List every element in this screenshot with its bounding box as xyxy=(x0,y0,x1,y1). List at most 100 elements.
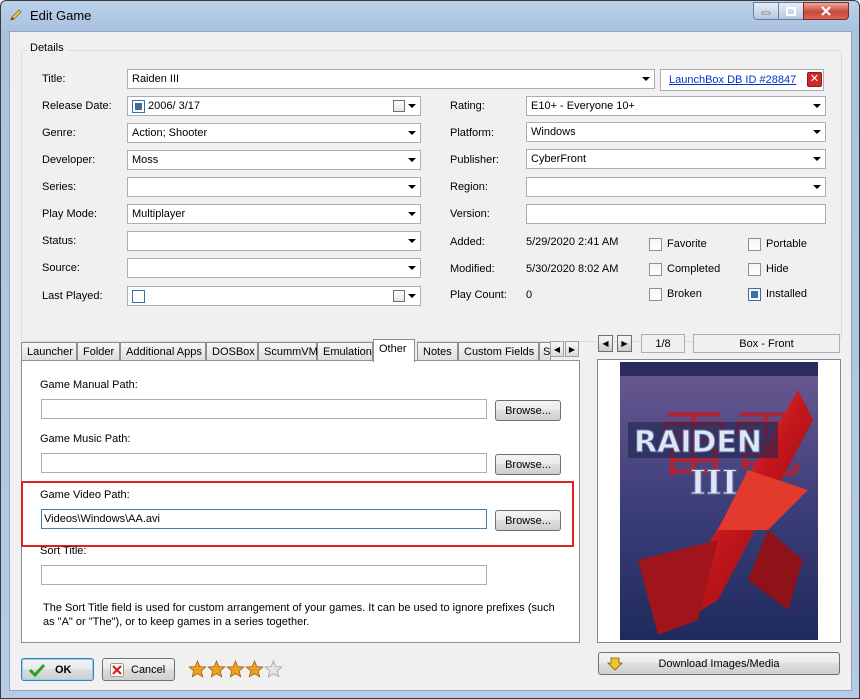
chevron-left-icon: ◀ xyxy=(602,339,609,348)
status-combobox[interactable] xyxy=(127,231,421,251)
developer-combobox[interactable]: Moss xyxy=(127,150,421,170)
game-video-input[interactable]: Videos\Windows\AA.avi xyxy=(41,509,487,529)
star-icon[interactable] xyxy=(264,660,283,678)
tab-folder[interactable]: Folder xyxy=(77,342,120,361)
browse-music-button[interactable]: Browse... xyxy=(495,454,561,475)
tab-notes[interactable]: Notes xyxy=(417,342,458,361)
genre-label: Genre: xyxy=(42,127,76,139)
ok-label: OK xyxy=(55,663,72,676)
release-date-label: Release Date: xyxy=(42,100,112,112)
calendar-icon[interactable] xyxy=(393,290,405,302)
region-combobox[interactable] xyxy=(526,177,826,197)
star-icon[interactable] xyxy=(188,660,207,678)
broken-checkbox[interactable] xyxy=(649,288,662,301)
sort-title-input[interactable] xyxy=(41,565,487,585)
genre-combobox[interactable]: Action; Shooter xyxy=(127,123,421,143)
installed-checkbox[interactable] xyxy=(748,288,761,301)
cancel-label: Cancel xyxy=(131,663,166,676)
favorite-checkbox[interactable] xyxy=(649,238,662,251)
last-played-checkbox[interactable] xyxy=(132,290,145,303)
next-image-button[interactable]: ▶ xyxy=(617,335,632,352)
chevron-down-icon xyxy=(408,185,416,189)
tab-launcher[interactable]: Launcher xyxy=(21,342,77,361)
star-rating[interactable] xyxy=(188,660,283,681)
play-count-value: 0 xyxy=(526,289,533,301)
star-icon[interactable] xyxy=(226,660,245,678)
genre-value: Action; Shooter xyxy=(132,127,208,139)
portable-checkbox[interactable] xyxy=(748,238,761,251)
last-played-picker[interactable] xyxy=(127,286,421,306)
play-count-label: Play Count: xyxy=(450,289,507,301)
chevron-right-icon: ▶ xyxy=(568,344,576,354)
added-label: Added: xyxy=(450,236,485,248)
game-manual-input[interactable] xyxy=(41,399,487,419)
last-played-label: Last Played: xyxy=(42,290,103,302)
publisher-value: CyberFront xyxy=(531,153,587,165)
window-title: Edit Game xyxy=(30,8,92,23)
source-combobox[interactable] xyxy=(127,258,421,278)
title-label: Title: xyxy=(42,73,66,85)
cover-numeral: III xyxy=(690,463,738,503)
game-music-label: Game Music Path: xyxy=(40,433,131,445)
clear-db-id-button[interactable]: ✕ xyxy=(807,72,822,87)
ok-button[interactable]: OK xyxy=(21,658,94,681)
tab-other[interactable]: Other xyxy=(373,339,415,362)
game-music-input[interactable] xyxy=(41,453,487,473)
sort-title-label: Sort Title: xyxy=(40,545,87,557)
platform-combobox[interactable]: Windows xyxy=(526,122,826,142)
series-label: Series: xyxy=(42,181,77,193)
tab-scummvm[interactable]: ScummVM xyxy=(258,342,318,361)
browse-video-button[interactable]: Browse... xyxy=(495,510,561,531)
developer-value: Moss xyxy=(132,154,159,166)
hide-checkbox[interactable] xyxy=(748,263,761,276)
chevron-left-icon: ◀ xyxy=(553,344,561,354)
modified-value: 5/30/2020 8:02 AM xyxy=(526,263,619,275)
tab-additional-apps[interactable]: Additional Apps xyxy=(120,342,206,361)
download-media-label: Download Images/Media xyxy=(658,657,780,670)
chevron-down-icon xyxy=(408,104,416,108)
edit-game-window: Edit Game Details Title: Raiden III Laun… xyxy=(0,0,860,699)
favorite-label: Favorite xyxy=(667,238,707,250)
tab-scroll-right-button[interactable]: ▶ xyxy=(565,341,579,357)
chevron-down-icon xyxy=(642,77,650,81)
play-mode-value: Multiplayer xyxy=(132,208,186,220)
download-media-button[interactable]: Download Images/Media xyxy=(598,652,840,675)
tab-emulation[interactable]: Emulation xyxy=(317,342,373,361)
title-combobox[interactable]: Raiden III xyxy=(127,69,655,89)
prev-image-button[interactable]: ◀ xyxy=(598,335,613,352)
completed-checkbox[interactable] xyxy=(649,263,662,276)
tab-custom-fields[interactable]: Custom Fields xyxy=(458,342,539,361)
close-button[interactable] xyxy=(803,2,849,20)
hide-label: Hide xyxy=(766,263,789,275)
box-front-image[interactable]: 雷電 RAIDEN III xyxy=(597,359,841,643)
launchbox-db-link[interactable]: LaunchBox DB ID #28847 xyxy=(660,69,824,91)
play-mode-combobox[interactable]: Multiplayer xyxy=(127,204,421,224)
pencil-icon xyxy=(10,9,22,21)
release-date-picker[interactable]: 2006/ 3/17 xyxy=(127,96,421,116)
download-arrow-icon xyxy=(607,657,623,671)
tab-dosbox[interactable]: DOSBox xyxy=(206,342,258,361)
image-pager: 1/8 xyxy=(641,334,685,353)
developer-label: Developer: xyxy=(42,154,96,166)
title-bar[interactable]: Edit Game xyxy=(1,1,859,31)
star-icon[interactable] xyxy=(245,660,264,678)
chevron-down-icon xyxy=(813,157,821,161)
star-icon[interactable] xyxy=(207,660,226,678)
cancel-button[interactable]: Cancel xyxy=(102,658,175,681)
game-manual-label: Game Manual Path: xyxy=(40,379,138,391)
release-date-checkbox[interactable] xyxy=(132,100,145,113)
calendar-icon[interactable] xyxy=(393,100,405,112)
rating-combobox[interactable]: E10+ - Everyone 10+ xyxy=(526,96,826,116)
browse-manual-button[interactable]: Browse... xyxy=(495,400,561,421)
chevron-down-icon xyxy=(408,294,416,298)
sort-title-help-text: The Sort Title field is used for custom … xyxy=(43,602,555,628)
status-label: Status: xyxy=(42,235,77,247)
version-input[interactable] xyxy=(526,204,826,224)
minimize-button[interactable] xyxy=(753,2,779,20)
tab-scroll-left-button[interactable]: ◀ xyxy=(550,341,564,357)
series-combobox[interactable] xyxy=(127,177,421,197)
minimize-icon xyxy=(761,11,771,15)
maximize-button[interactable] xyxy=(778,2,804,20)
publisher-combobox[interactable]: CyberFront xyxy=(526,149,826,169)
close-icon xyxy=(821,6,831,16)
